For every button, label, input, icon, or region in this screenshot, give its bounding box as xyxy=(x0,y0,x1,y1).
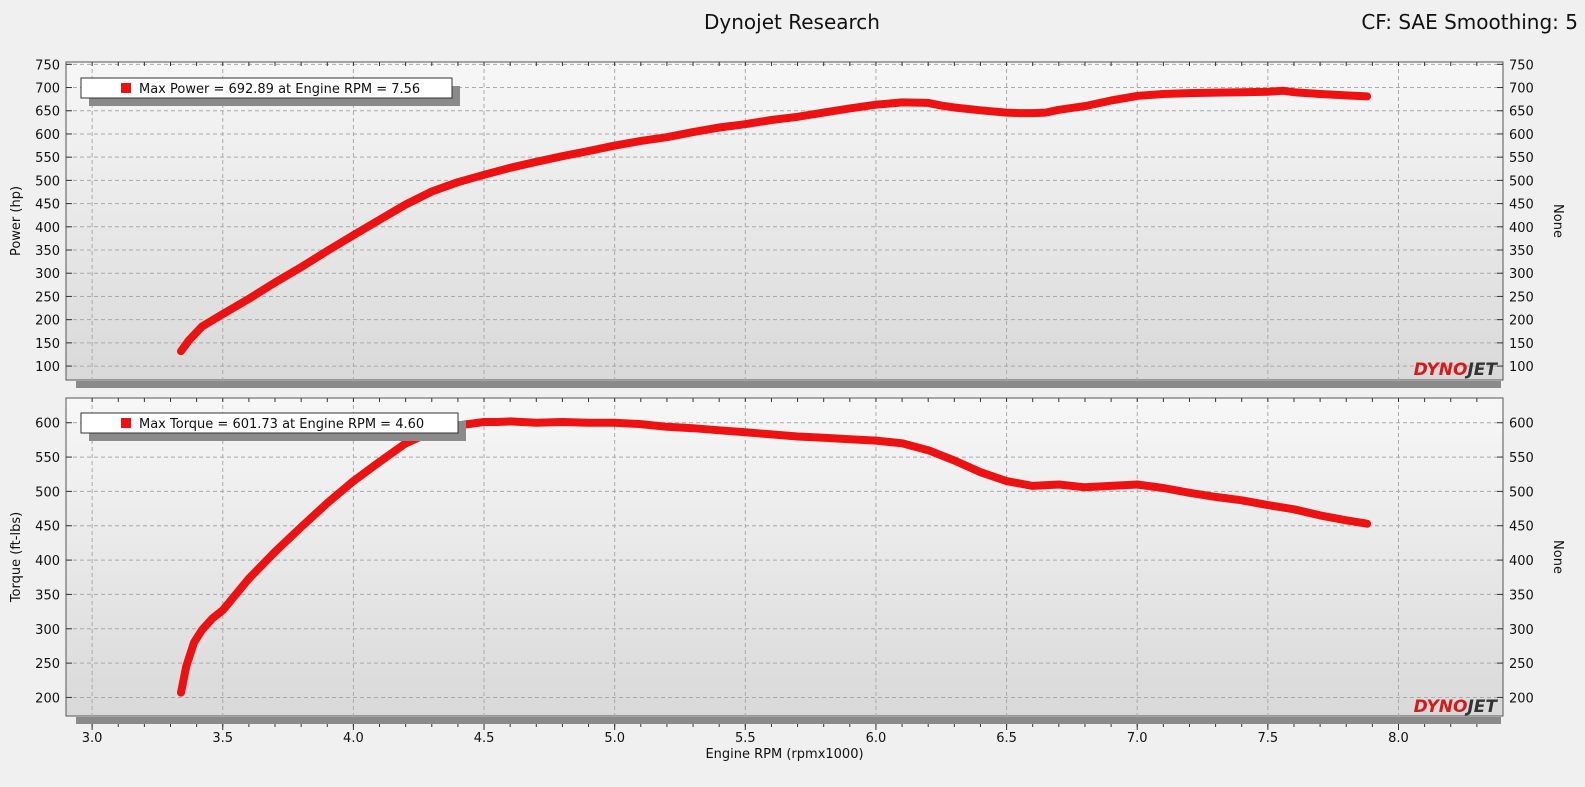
y-tick-label: 400 xyxy=(35,221,60,236)
plot-area xyxy=(65,397,1504,717)
y-tick-label: 200 xyxy=(35,691,60,706)
chart-title: Dynojet Research xyxy=(704,10,880,34)
x-tick-label: 7.0 xyxy=(1127,731,1148,746)
legend-text: Max Torque = 601.73 at Engine RPM = 4.60 xyxy=(139,417,424,432)
legend: Max Power = 692.89 at Engine RPM = 7.56 xyxy=(80,77,460,106)
x-tick-label: 4.0 xyxy=(343,731,364,746)
y-tick-label: 350 xyxy=(35,588,60,603)
y-tick-label-right: 600 xyxy=(1509,128,1534,143)
y-tick-label: 300 xyxy=(35,623,60,638)
y-tick-label: 250 xyxy=(35,657,60,672)
y-tick-label-right: 300 xyxy=(1509,267,1534,282)
y-tick-label-right: 100 xyxy=(1509,360,1534,375)
legend: Max Torque = 601.73 at Engine RPM = 4.60 xyxy=(80,412,466,441)
y-tick-label-right: 250 xyxy=(1509,657,1534,672)
y-tick-label: 700 xyxy=(35,82,60,97)
y-tick-label-right: 200 xyxy=(1509,691,1534,706)
y-tick-label-right: 350 xyxy=(1509,244,1534,259)
y-tick-label: 400 xyxy=(35,554,60,569)
x-tick-label: 8.0 xyxy=(1388,731,1409,746)
y-tick-label-right: 450 xyxy=(1509,520,1534,535)
logo-part-2: JET xyxy=(1464,697,1498,717)
legend-text: Max Power = 692.89 at Engine RPM = 7.56 xyxy=(139,82,420,97)
y-tick-label: 250 xyxy=(35,290,60,305)
y-tick-label: 300 xyxy=(35,267,60,282)
y-tick-label: 550 xyxy=(35,451,60,466)
y-tick-label: 600 xyxy=(35,417,60,432)
y-tick-label-right: 200 xyxy=(1509,314,1534,329)
y-tick-label: 150 xyxy=(35,337,60,352)
legend-swatch xyxy=(121,418,131,428)
y-tick-label-right: 500 xyxy=(1509,485,1534,500)
y-tick-label: 200 xyxy=(35,314,60,329)
y-tick-label-right: 350 xyxy=(1509,588,1534,603)
y-tick-label: 100 xyxy=(35,360,60,375)
x-axis-label: Engine RPM (rpmx1000) xyxy=(705,747,863,762)
range-bar xyxy=(76,717,1501,724)
right-axis-label: None xyxy=(1550,540,1565,574)
right-axis-label: None xyxy=(1550,204,1565,238)
y-tick-label-right: 600 xyxy=(1509,417,1534,432)
plot-area xyxy=(65,61,1504,381)
y-tick-label: 500 xyxy=(35,485,60,500)
y-tick-label-right: 500 xyxy=(1509,174,1534,189)
logo-part-1: DYNO xyxy=(1414,697,1468,717)
range-bar xyxy=(76,381,1501,388)
y-tick-label-right: 400 xyxy=(1509,221,1534,236)
torque-panel: 200 200 250 250 300 300 350 350 400 400 450 450 500 5… xyxy=(9,397,1565,762)
y-tick-label-right: 550 xyxy=(1509,451,1534,466)
x-tick-label: 7.5 xyxy=(1258,731,1279,746)
x-tick-label: 3.5 xyxy=(212,731,233,746)
legend-swatch xyxy=(121,83,131,93)
x-tick-label: 5.0 xyxy=(604,731,625,746)
y-tick-label: 600 xyxy=(35,128,60,143)
logo-part-1: DYNO xyxy=(1414,360,1468,380)
x-tick-label: 5.5 xyxy=(735,731,756,746)
logo-part-2: JET xyxy=(1464,360,1498,380)
y-tick-label-right: 750 xyxy=(1509,58,1534,73)
y-tick-label: 350 xyxy=(35,244,60,259)
y-tick-label-right: 250 xyxy=(1509,290,1534,305)
y-tick-label-right: 550 xyxy=(1509,151,1534,166)
power-panel: 100 100 150 150 200 200 250 250 300 300 350 350 400 4… xyxy=(9,58,1565,388)
x-tick-label: 6.0 xyxy=(866,731,887,746)
dyno-chart: Dynojet Research CF: SAE Smoothing: 5 10… xyxy=(0,0,1585,787)
dynojet-logo: DYNOJET xyxy=(1414,360,1499,380)
y-tick-label-right: 150 xyxy=(1509,337,1534,352)
dynojet-logo: DYNOJET xyxy=(1414,697,1499,717)
y-tick-label: 750 xyxy=(35,58,60,73)
y-axis-label: Power (hp) xyxy=(9,186,24,256)
y-tick-label: 500 xyxy=(35,174,60,189)
y-tick-label-right: 300 xyxy=(1509,623,1534,638)
y-tick-label-right: 650 xyxy=(1509,105,1534,120)
y-tick-label-right: 450 xyxy=(1509,198,1534,213)
y-tick-label: 550 xyxy=(35,151,60,166)
y-tick-label-right: 700 xyxy=(1509,82,1534,97)
y-tick-label: 450 xyxy=(35,520,60,535)
y-tick-label-right: 400 xyxy=(1509,554,1534,569)
y-tick-label: 650 xyxy=(35,105,60,120)
x-tick-label: 4.5 xyxy=(474,731,495,746)
x-tick-label: 3.0 xyxy=(82,731,103,746)
correction-info: CF: SAE Smoothing: 5 xyxy=(1361,10,1578,34)
y-tick-label: 450 xyxy=(35,198,60,213)
y-axis-label: Torque (ft-lbs) xyxy=(9,512,24,603)
x-tick-label: 6.5 xyxy=(996,731,1017,746)
